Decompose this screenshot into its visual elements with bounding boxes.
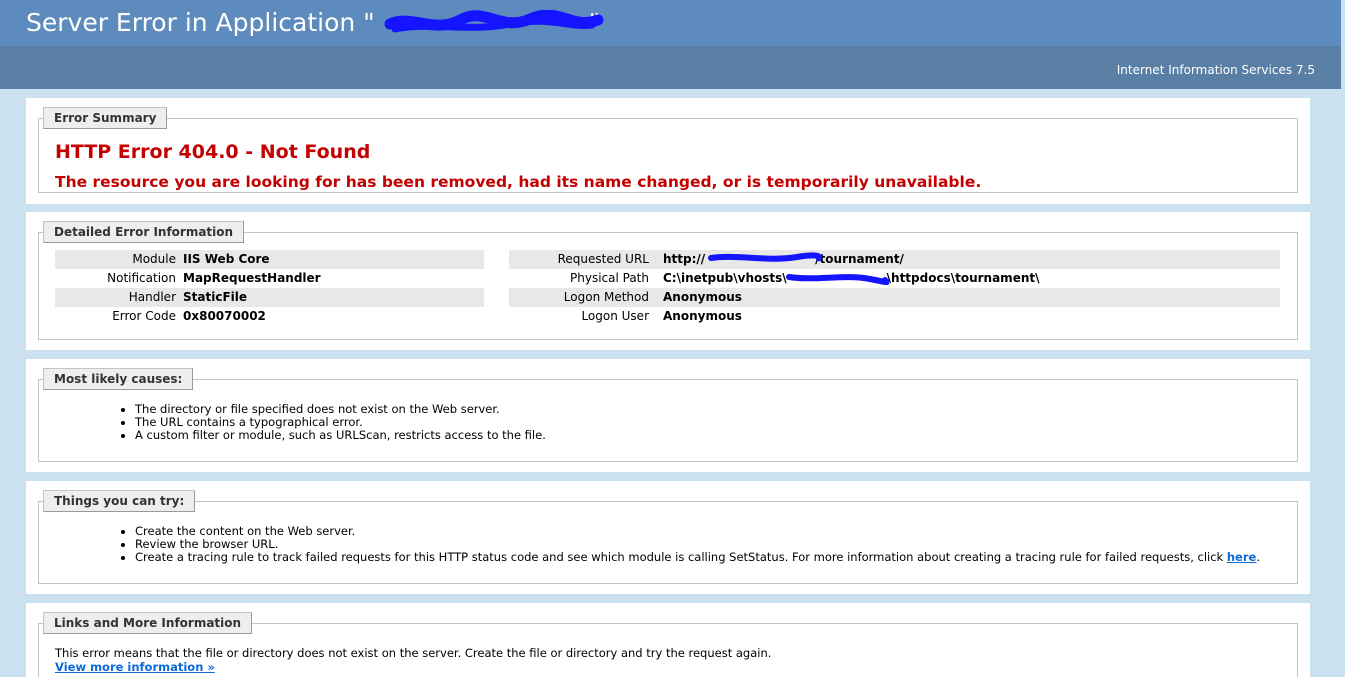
links-panel: Links and More Information This error me… <box>26 603 1310 677</box>
url-start: http:// <box>663 252 706 266</box>
detail-label: Module <box>132 252 176 266</box>
view-more-link[interactable]: View more information » <box>55 660 215 674</box>
detail-value: IIS Web Core <box>183 252 270 266</box>
tracing-end: . <box>1256 550 1260 564</box>
view-more-container: View more information » <box>55 660 215 674</box>
detail-row-notification: Notification MapRequestHandler <box>55 269 484 288</box>
causes-panel: Most likely causes: The directory or fil… <box>26 359 1310 472</box>
list-item: Create the content on the Web server. <box>135 525 1260 538</box>
iis-version-label: Internet Information Services 7.5 <box>1116 63 1315 77</box>
detail-label: Handler <box>128 290 176 304</box>
detail-row-handler: Handler StaticFile <box>55 288 484 307</box>
causes-fieldset: Most likely causes: The directory or fil… <box>38 368 1298 462</box>
list-item: Create a tracing rule to track failed re… <box>135 551 1260 564</box>
page-edge <box>1341 0 1345 677</box>
links-description: This error means that the file or direct… <box>55 646 772 660</box>
detail-row-logon-user: Logon User Anonymous <box>509 307 1280 326</box>
detailed-error-legend: Detailed Error Information <box>43 221 245 243</box>
try-list: Create the content on the Web server. Re… <box>119 525 1260 564</box>
detail-label: Error Code <box>112 309 176 323</box>
list-item: A custom filter or module, such as URLSc… <box>135 429 546 442</box>
redaction-scribble <box>786 274 889 286</box>
error-summary-panel: Error Summary HTTP Error 404.0 - Not Fou… <box>26 98 1310 204</box>
detail-row-logon-method: Logon Method Anonymous <box>509 288 1280 307</box>
detail-value: MapRequestHandler <box>183 271 321 285</box>
detail-label: Physical Path <box>570 271 649 285</box>
detail-row-module: Module IIS Web Core <box>55 250 484 269</box>
detailed-error-fieldset: Detailed Error Information Module IIS We… <box>38 221 1298 340</box>
try-legend: Things you can try: <box>43 490 196 512</box>
detail-value: Anonymous <box>663 290 742 304</box>
path-end: \httpdocs\tournament\ <box>886 271 1040 285</box>
error-summary-legend: Error Summary <box>43 107 168 129</box>
error-message: The resource you are looking for has bee… <box>55 173 982 191</box>
detail-value: StaticFile <box>183 290 248 304</box>
here-link[interactable]: here <box>1227 550 1256 564</box>
links-fieldset: Links and More Information This error me… <box>38 612 1298 677</box>
causes-list: The directory or file specified does not… <box>119 403 546 442</box>
page-title-text: Server Error in Application " <box>26 8 375 37</box>
links-legend: Links and More Information <box>43 612 253 634</box>
detail-value: 0x80070002 <box>183 309 266 323</box>
detail-value: Anonymous <box>663 309 742 323</box>
detail-label: Requested URL <box>557 252 649 266</box>
path-start: C:\inetpub\vhosts\ <box>663 271 787 285</box>
error-heading: HTTP Error 404.0 - Not Found <box>55 141 371 163</box>
url-end: /tournament/ <box>815 252 904 266</box>
detail-label: Logon User <box>581 309 649 323</box>
detail-label: Notification <box>107 271 176 285</box>
detail-row-error-code: Error Code 0x80070002 <box>55 307 484 326</box>
try-panel: Things you can try: Create the content o… <box>26 481 1310 594</box>
try-fieldset: Things you can try: Create the content o… <box>38 490 1298 584</box>
detail-row-requested-url: Requested URL http:// /tournament/ <box>509 250 1280 269</box>
error-summary-fieldset: Error Summary HTTP Error 404.0 - Not Fou… <box>38 107 1298 193</box>
detail-row-physical-path: Physical Path C:\inetpub\vhosts\ \httpdoc… <box>509 269 1280 288</box>
redaction-scribble <box>708 252 823 262</box>
tracing-text: Create a tracing rule to track failed re… <box>135 550 1227 564</box>
redaction-scribble <box>384 10 604 33</box>
causes-legend: Most likely causes: <box>43 368 194 390</box>
detailed-error-panel: Detailed Error Information Module IIS We… <box>26 212 1310 350</box>
detail-label: Logon Method <box>563 290 649 304</box>
